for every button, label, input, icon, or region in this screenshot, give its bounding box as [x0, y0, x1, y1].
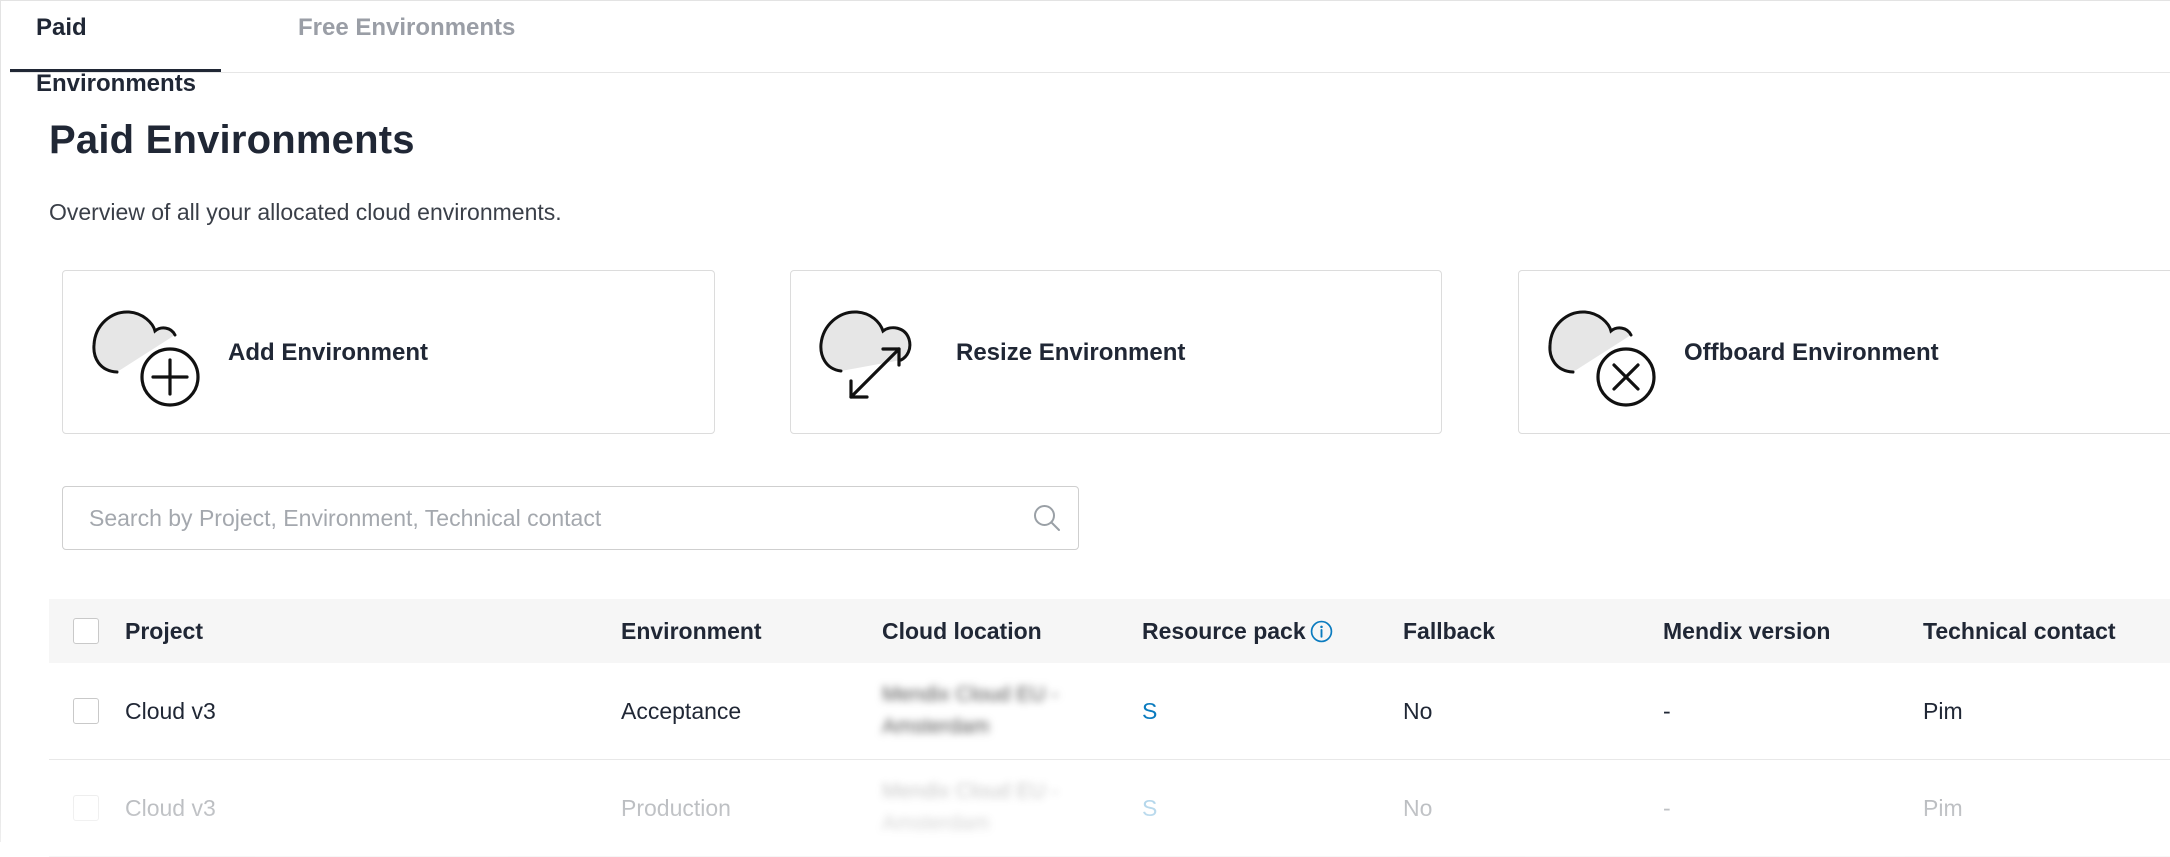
info-icon[interactable]: [1310, 620, 1333, 643]
offboard-environment-card[interactable]: Offboard Environment: [1518, 270, 2170, 434]
cloud-resize-icon: [819, 310, 912, 399]
cell-project: Cloud v3: [125, 698, 216, 724]
tab-bar: Paid Environments Free Environments: [10, 0, 2170, 97]
search-input[interactable]: [63, 487, 1003, 549]
column-header-cloud-location[interactable]: Cloud location: [882, 599, 1042, 663]
cell-environment: Acceptance: [621, 698, 742, 724]
tab-free-environments[interactable]: Free Environments: [272, 0, 541, 72]
column-header-resource-pack[interactable]: Resource pack: [1142, 599, 1306, 663]
column-header-technical-contact[interactable]: Technical contact: [1923, 599, 2116, 663]
search-icon[interactable]: [1032, 503, 1062, 533]
cloud-add-icon: [92, 310, 200, 407]
tab-paid-environments[interactable]: Paid Environments: [10, 0, 221, 97]
page-title: Paid Environments: [49, 118, 415, 162]
page-subtitle: Overview of all your allocated cloud env…: [49, 199, 562, 225]
table-row[interactable]: Cloud v3 Production Mendix Cloud EU - Am…: [49, 760, 2170, 857]
cell-resource-pack-link[interactable]: S: [1142, 663, 1157, 759]
column-header-project[interactable]: Project: [125, 599, 203, 663]
add-environment-card[interactable]: Add Environment: [62, 270, 715, 434]
cloud-remove-icon: [1548, 310, 1656, 407]
resize-environment-label: Resize Environment: [956, 339, 1186, 366]
add-environment-label: Add Environment: [228, 339, 429, 366]
cell-cloud-location: Mendix Cloud EU - Amsterdam: [882, 776, 1058, 840]
table-header: Project Environment Cloud location Resou…: [49, 599, 2170, 663]
column-header-mendix-version[interactable]: Mendix version: [1663, 599, 1830, 663]
resize-environment-card[interactable]: Resize Environment: [790, 270, 1442, 434]
offboard-environment-label: Offboard Environment: [1684, 339, 1939, 366]
column-header-fallback[interactable]: Fallback: [1403, 599, 1495, 663]
cloud-location-line: Mendix Cloud EU -: [882, 683, 1059, 706]
cloud-location-line: Mendix Cloud EU -: [882, 780, 1059, 803]
search-box: [62, 486, 1079, 550]
cloud-location-line: Amsterdam: [882, 715, 990, 738]
cell-fallback: No: [1403, 698, 1433, 724]
cell-mendix-version: -: [1663, 698, 1671, 724]
select-all-checkbox[interactable]: [73, 618, 99, 644]
row-checkbox[interactable]: [73, 795, 99, 821]
column-header-environment[interactable]: Environment: [621, 599, 762, 663]
cell-cloud-location: Mendix Cloud EU - Amsterdam: [882, 679, 1058, 743]
cell-technical-contact: Pim: [1923, 698, 1963, 724]
table-row[interactable]: Cloud v3 Acceptance Mendix Cloud EU - Am…: [49, 663, 2170, 760]
row-checkbox[interactable]: [73, 698, 99, 724]
cloud-location-line: Amsterdam: [882, 812, 990, 835]
